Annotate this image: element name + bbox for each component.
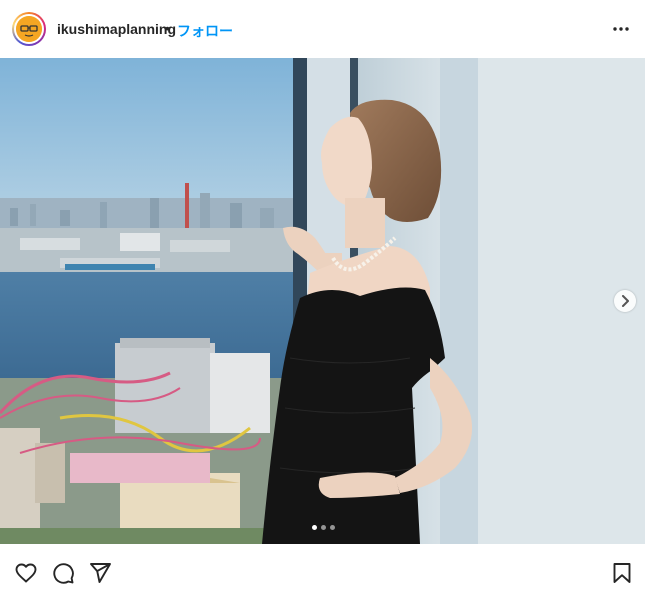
carousel-next-button[interactable] [614, 290, 636, 312]
instagram-post: ikushimaplanning • フォロー [0, 0, 645, 589]
carousel-dot-1 [312, 525, 317, 530]
username[interactable]: ikushimaplanning [57, 21, 176, 37]
post-photo[interactable] [0, 58, 645, 544]
more-horizontal-icon[interactable] [611, 20, 631, 38]
post-actions [0, 548, 645, 589]
chevron-right-icon [622, 295, 629, 307]
avatar[interactable] [12, 12, 46, 46]
avatar-glasses-icon [16, 16, 42, 42]
bookmark-icon[interactable] [610, 561, 634, 585]
carousel-dot-3 [330, 525, 335, 530]
send-icon[interactable] [88, 561, 112, 585]
post-header: ikushimaplanning • フォロー [0, 0, 645, 58]
carousel-indicator [312, 525, 335, 531]
separator-dot: • [165, 20, 170, 36]
comment-icon[interactable] [51, 561, 75, 585]
heart-icon[interactable] [14, 561, 38, 585]
follow-button[interactable]: フォロー [177, 21, 233, 41]
carousel-dot-2 [321, 525, 326, 530]
